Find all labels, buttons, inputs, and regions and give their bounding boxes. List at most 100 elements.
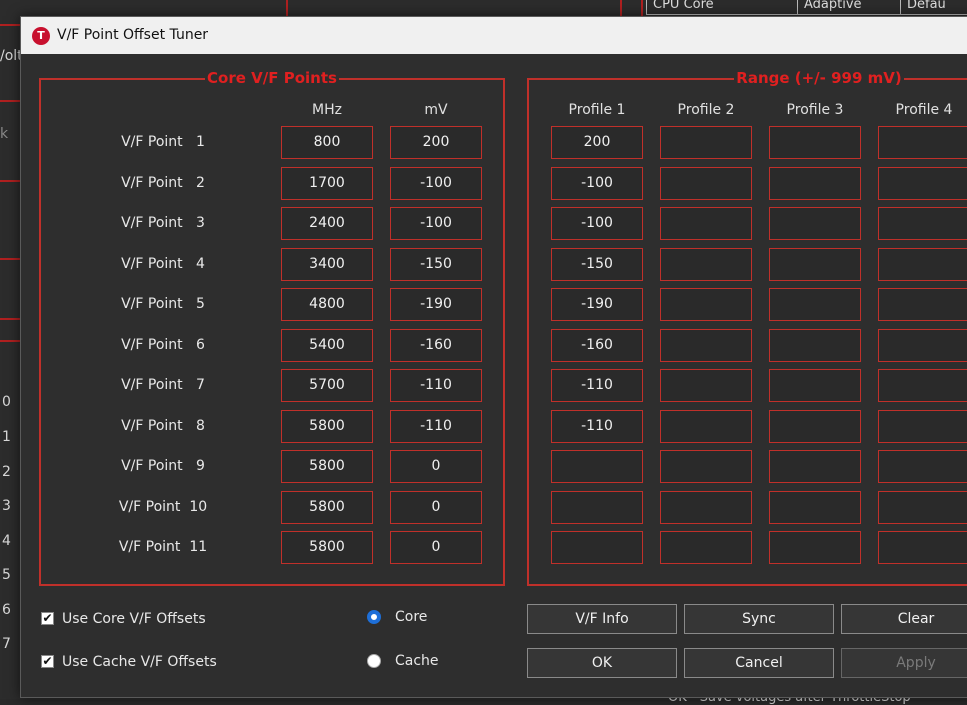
mv-input[interactable]: -110 bbox=[390, 410, 482, 443]
mv-input[interactable]: -160 bbox=[390, 329, 482, 362]
bg-red-line bbox=[0, 100, 20, 102]
profile-1-offset-input[interactable] bbox=[551, 450, 643, 483]
bg-table-cell: CPU Core bbox=[646, 0, 798, 15]
profile-1-offset-input[interactable]: -190 bbox=[551, 288, 643, 321]
mv-input[interactable]: 200 bbox=[390, 126, 482, 159]
profile-1-header: Profile 1 bbox=[568, 102, 626, 118]
profile-2-offset-input[interactable] bbox=[660, 248, 752, 281]
bg-red-line bbox=[620, 0, 622, 16]
cancel-button[interactable]: Cancel bbox=[684, 648, 834, 678]
mv-input[interactable]: 0 bbox=[390, 491, 482, 524]
core-vf-points-legend-text: Core V/F Points bbox=[205, 69, 339, 87]
profile-3-offset-input[interactable] bbox=[769, 248, 861, 281]
bg-table-cell: Adaptive bbox=[797, 0, 901, 15]
bg-label: 5 bbox=[2, 567, 11, 583]
profile-2-offset-input[interactable] bbox=[660, 126, 752, 159]
mhz-column-header: MHz bbox=[312, 102, 342, 118]
mhz-input[interactable]: 5800 bbox=[281, 450, 373, 483]
profile-2-offset-input[interactable] bbox=[660, 531, 752, 564]
profile-2-offset-input[interactable] bbox=[660, 167, 752, 200]
profile-2-offset-input[interactable] bbox=[660, 329, 752, 362]
profile-3-offset-input[interactable] bbox=[769, 329, 861, 362]
vf-point-label: V/F Point 8 bbox=[121, 418, 205, 434]
profile-4-offset-input[interactable] bbox=[878, 450, 967, 483]
mhz-input[interactable]: 5700 bbox=[281, 369, 373, 402]
profile-4-offset-input[interactable] bbox=[878, 207, 967, 240]
profile-1-offset-input[interactable]: -110 bbox=[551, 410, 643, 443]
mhz-input[interactable]: 2400 bbox=[281, 207, 373, 240]
ok-button[interactable]: OK bbox=[527, 648, 677, 678]
bg-red-line bbox=[0, 180, 20, 182]
profile-2-offset-input[interactable] bbox=[660, 288, 752, 321]
mv-input[interactable]: -190 bbox=[390, 288, 482, 321]
mv-input[interactable]: -110 bbox=[390, 369, 482, 402]
profile-2-offset-input[interactable] bbox=[660, 450, 752, 483]
profile-3-offset-input[interactable] bbox=[769, 126, 861, 159]
profile-4-offset-input[interactable] bbox=[878, 410, 967, 443]
vf-info-button[interactable]: V/F Info bbox=[527, 604, 677, 634]
title-bar[interactable]: T V/F Point Offset Tuner bbox=[21, 17, 967, 54]
profile-1-offset-input[interactable]: 200 bbox=[551, 126, 643, 159]
profile-3-offset-input[interactable] bbox=[769, 531, 861, 564]
mhz-input[interactable]: 5800 bbox=[281, 491, 373, 524]
bg-red-line bbox=[0, 24, 20, 26]
vf-point-label: V/F Point 6 bbox=[121, 337, 205, 353]
radio-selected-icon[interactable] bbox=[367, 610, 381, 624]
radio-unselected-icon[interactable] bbox=[367, 654, 381, 668]
profile-3-offset-input[interactable] bbox=[769, 288, 861, 321]
profile-1-offset-input[interactable]: -110 bbox=[551, 369, 643, 402]
profile-4-offset-input[interactable] bbox=[878, 531, 967, 564]
checkbox-check-icon[interactable]: ✔ bbox=[41, 655, 54, 668]
profile-1-offset-input[interactable]: -100 bbox=[551, 167, 643, 200]
profile-3-offset-input[interactable] bbox=[769, 450, 861, 483]
profile-1-offset-input[interactable]: -160 bbox=[551, 329, 643, 362]
profile-2-offset-input[interactable] bbox=[660, 207, 752, 240]
profile-2-offset-input[interactable] bbox=[660, 369, 752, 402]
profile-4-offset-input[interactable] bbox=[878, 491, 967, 524]
mv-input[interactable]: 0 bbox=[390, 450, 482, 483]
mv-input[interactable]: 0 bbox=[390, 531, 482, 564]
profile-1-offset-input[interactable] bbox=[551, 491, 643, 524]
profile-1-offset-input[interactable] bbox=[551, 531, 643, 564]
core-radio-label: Core bbox=[395, 609, 428, 625]
mhz-input[interactable]: 5400 bbox=[281, 329, 373, 362]
profile-3-offset-input[interactable] bbox=[769, 207, 861, 240]
mhz-input[interactable]: 4800 bbox=[281, 288, 373, 321]
profile-3-offset-input[interactable] bbox=[769, 491, 861, 524]
profile-1-offset-input[interactable]: -150 bbox=[551, 248, 643, 281]
profile-3-offset-input[interactable] bbox=[769, 410, 861, 443]
profile-4-offset-input[interactable] bbox=[878, 369, 967, 402]
profile-3-offset-input[interactable] bbox=[769, 167, 861, 200]
mhz-input[interactable]: 5800 bbox=[281, 531, 373, 564]
mv-column-header: mV bbox=[424, 102, 448, 118]
bg-label: 6 bbox=[2, 602, 11, 618]
use-core-vf-offsets-label: Use Core V/F Offsets bbox=[62, 611, 206, 627]
use-cache-vf-offsets-label: Use Cache V/F Offsets bbox=[62, 654, 217, 670]
profile-4-offset-input[interactable] bbox=[878, 329, 967, 362]
mhz-input[interactable]: 800 bbox=[281, 126, 373, 159]
sync-button[interactable]: Sync bbox=[684, 604, 834, 634]
range-legend: Range (+/- 999 mV) bbox=[529, 69, 967, 87]
profile-4-offset-input[interactable] bbox=[878, 288, 967, 321]
profile-4-offset-input[interactable] bbox=[878, 126, 967, 159]
profile-2-offset-input[interactable] bbox=[660, 491, 752, 524]
mhz-input[interactable]: 3400 bbox=[281, 248, 373, 281]
profile-4-offset-input[interactable] bbox=[878, 167, 967, 200]
mv-input[interactable]: -100 bbox=[390, 207, 482, 240]
checkbox-check-icon[interactable]: ✔ bbox=[41, 612, 54, 625]
bg-label: 3 bbox=[2, 498, 11, 514]
mhz-input[interactable]: 1700 bbox=[281, 167, 373, 200]
profile-2-header: Profile 2 bbox=[677, 102, 735, 118]
profile-1-offset-input[interactable]: -100 bbox=[551, 207, 643, 240]
profile-4-offset-input[interactable] bbox=[878, 248, 967, 281]
vf-point-label: V/F Point 4 bbox=[121, 256, 205, 272]
mv-input[interactable]: -100 bbox=[390, 167, 482, 200]
mv-input[interactable]: -150 bbox=[390, 248, 482, 281]
profile-3-offset-input[interactable] bbox=[769, 369, 861, 402]
profile-2-offset-input[interactable] bbox=[660, 410, 752, 443]
mhz-input[interactable]: 5800 bbox=[281, 410, 373, 443]
bg-red-line bbox=[0, 340, 20, 342]
clear-button[interactable]: Clear bbox=[841, 604, 967, 634]
vf-point-label: V/F Point 9 bbox=[121, 458, 205, 474]
apply-button[interactable]: Apply bbox=[841, 648, 967, 678]
